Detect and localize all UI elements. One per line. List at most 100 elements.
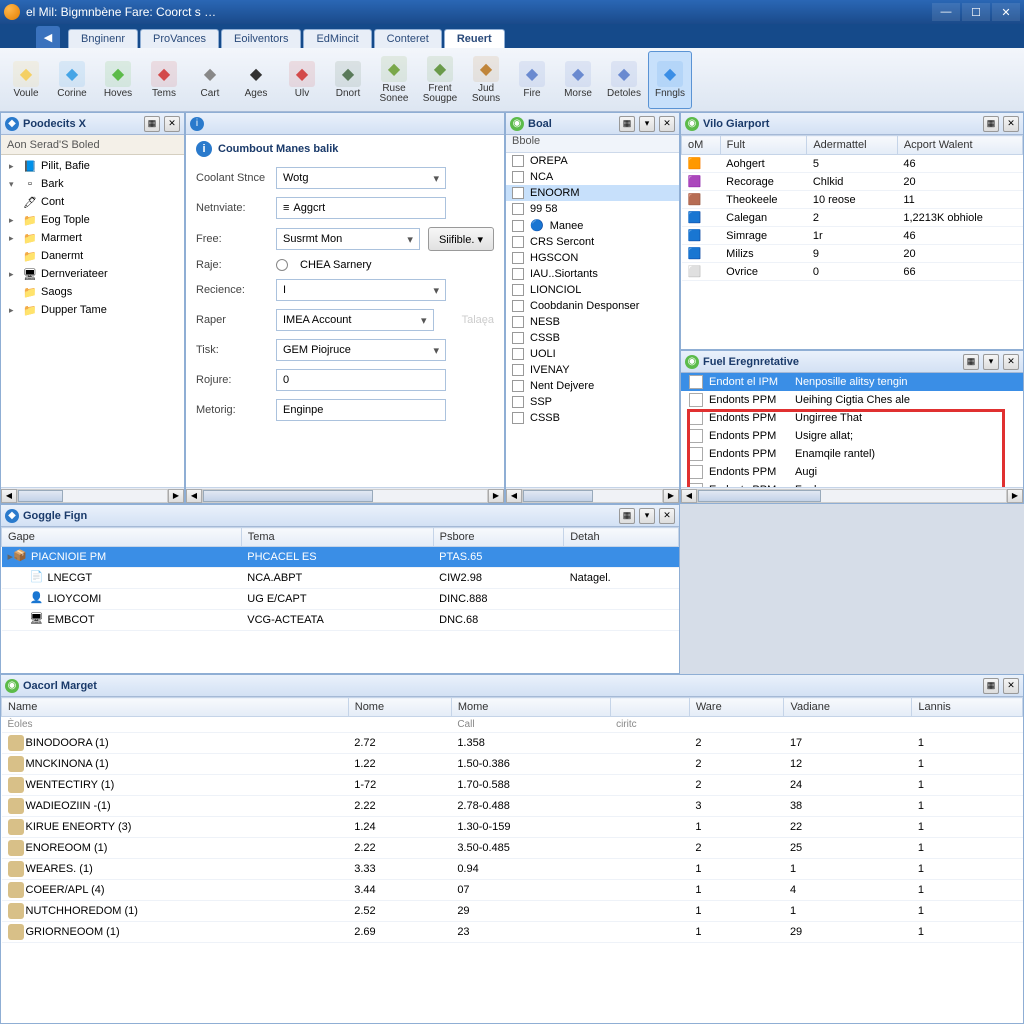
table-row[interactable]: 🟦Milizs920	[682, 245, 1023, 263]
checkbox[interactable]	[512, 220, 524, 232]
tool-ulv[interactable]: ◆Ulv	[280, 51, 324, 109]
tree-item[interactable]: ▸📘Pilit, Bafie	[1, 157, 184, 175]
checkbox[interactable]	[512, 300, 524, 312]
checkbox[interactable]	[512, 236, 524, 248]
form-input[interactable]: Susrmt Mon	[276, 228, 420, 250]
panel-opt-button[interactable]: ▦	[983, 116, 999, 132]
checkbox[interactable]	[512, 348, 524, 360]
table-row[interactable]: 🖥EMBCOTVCG-ACTEATADNC.68	[2, 610, 679, 631]
tool-dnort[interactable]: ◆Dnort	[326, 51, 370, 109]
tab-eoilventors[interactable]: Eoilventors	[221, 29, 301, 48]
expand-icon[interactable]: ▸	[9, 161, 19, 172]
table-row[interactable]: 👤LIOYCOMIUG E/CAPTDINC.888	[2, 589, 679, 610]
list-item[interactable]: LIONCIOL	[506, 282, 679, 298]
expand-icon[interactable]: ▾	[9, 179, 19, 190]
table-row[interactable]: 🟧Aohgert546	[682, 155, 1023, 173]
panel-opt-button[interactable]: ▦	[619, 508, 635, 524]
list-item[interactable]: HGSCON	[506, 250, 679, 266]
form-input[interactable]: Wotg	[276, 167, 446, 189]
tool-morse[interactable]: ◆Morse	[556, 51, 600, 109]
table-row[interactable]: ⬜Ovrice066	[682, 263, 1023, 281]
list-item[interactable]: Coobdanin Desponser	[506, 298, 679, 314]
tool-voule[interactable]: ◆Voule	[4, 51, 48, 109]
table-row[interactable]: COEER/APL (4)3.4407141	[2, 880, 1023, 901]
col-header[interactable]: Name	[2, 698, 349, 717]
col-header[interactable]: Ware	[689, 698, 784, 717]
panel-close-button[interactable]: ✕	[1003, 678, 1019, 694]
checkbox[interactable]	[512, 252, 524, 264]
checkbox[interactable]	[512, 332, 524, 344]
maximize-button[interactable]: ☐	[962, 3, 990, 21]
table-row[interactable]: 🟫Theokeele10 reose11	[682, 191, 1023, 209]
tool-detoles[interactable]: ◆Detoles	[602, 51, 646, 109]
list-item[interactable]: IVENAY	[506, 362, 679, 378]
tab-provances[interactable]: ProVances	[140, 29, 219, 48]
form-input[interactable]: IMEA Account	[276, 309, 434, 331]
col-header[interactable]: Mome	[451, 698, 610, 717]
tool-frent-sougpe[interactable]: ◆Frent Sougpe	[418, 51, 462, 109]
list-item[interactable]: CSSB	[506, 330, 679, 346]
checkbox[interactable]	[512, 171, 524, 183]
checkbox[interactable]	[512, 396, 524, 408]
table-row[interactable]: ▸📦PIACNIOIE PMPHCACEL ESPTAS.65	[2, 547, 679, 568]
panel-close-button[interactable]: ✕	[659, 116, 675, 132]
col-header[interactable]: Detah	[564, 528, 679, 547]
tab-bnginenr[interactable]: Bnginenr	[68, 29, 138, 48]
table-row[interactable]: MNCKINONA (1)1.221.50-0.3862121	[2, 754, 1023, 775]
tool-hoves[interactable]: ◆Hoves	[96, 51, 140, 109]
fuel-item[interactable]: Endonts PPMUsigre allat;	[681, 427, 1023, 445]
panel-dd-button[interactable]: ▾	[639, 116, 655, 132]
h-scrollbar[interactable]: ◀▶	[186, 487, 504, 503]
col-header[interactable]: Psbore	[433, 528, 564, 547]
col-header[interactable]	[610, 698, 689, 717]
col-header[interactable]: Adermattel	[807, 136, 898, 155]
table-row[interactable]: WENTECTIRY (1)1-721.70-0.5882241	[2, 775, 1023, 796]
form-button[interactable]: Siifible. ▾	[428, 227, 494, 251]
col-header[interactable]: Lannis	[912, 698, 1023, 717]
table-row[interactable]: 📄LNECGTNCA.ABPTCIW2.98Natagel.	[2, 568, 679, 589]
tool-corine[interactable]: ◆Corine	[50, 51, 94, 109]
tab-conteret[interactable]: Conteret	[374, 29, 442, 48]
expand-icon[interactable]: ▸	[9, 305, 19, 316]
radio-button[interactable]	[276, 259, 288, 271]
tool-jud-souns[interactable]: ◆Jud Souns	[464, 51, 508, 109]
tree-item[interactable]: 📁Danermt	[1, 247, 184, 265]
table-row[interactable]: 🟦Calegan21,2213K obhiole	[682, 209, 1023, 227]
table-row[interactable]: ENOREOOM (1)2.223.50-0.4852251	[2, 838, 1023, 859]
tree-item[interactable]: ▸🖥Dernveriateer	[1, 265, 184, 283]
list-item[interactable]: CRS Sercont	[506, 234, 679, 250]
expand-icon[interactable]: ▸	[9, 215, 19, 226]
form-input[interactable]: GEM Piojruce	[276, 339, 446, 361]
fuel-item[interactable]: Endont el IPMNenposille alitsy tengin	[681, 373, 1023, 391]
tree-item[interactable]: ▸📁Eog Tople	[1, 211, 184, 229]
h-scrollbar[interactable]: ◀▶	[506, 487, 679, 503]
tab-edmincit[interactable]: EdMincit	[303, 29, 371, 48]
fuel-item[interactable]: Endonts PPMEnamqile rantel)	[681, 445, 1023, 463]
col-header[interactable]: Nome	[348, 698, 451, 717]
fuel-item[interactable]: Endonts PPMUeihing Cigtia Ches ale	[681, 391, 1023, 409]
list-item[interactable]: UOLI	[506, 346, 679, 362]
tree-item[interactable]: 🖊Cont	[1, 193, 184, 211]
tree-item[interactable]: ▸📁Dupper Tame	[1, 301, 184, 319]
col-header[interactable]: Acport Walent	[897, 136, 1022, 155]
checkbox[interactable]	[512, 412, 524, 424]
fuel-item[interactable]: Endonts PPMFuel	[681, 481, 1023, 487]
minimize-button[interactable]: —	[932, 3, 960, 21]
panel-dd-button[interactable]: ▾	[639, 508, 655, 524]
form-input[interactable]: I	[276, 279, 446, 301]
checkbox[interactable]	[512, 364, 524, 376]
list-item[interactable]: ENOORM	[506, 185, 679, 201]
col-header[interactable]: Tema	[241, 528, 433, 547]
panel-opt-button[interactable]: ▦	[619, 116, 635, 132]
table-row[interactable]: WEARES. (1)3.330.94111	[2, 859, 1023, 880]
checkbox[interactable]	[512, 316, 524, 328]
tree-item[interactable]: ▾▫Bark	[1, 175, 184, 193]
checkbox[interactable]	[512, 155, 524, 167]
list-item[interactable]: IAU..Siortants	[506, 266, 679, 282]
tool-tems[interactable]: ◆Tems	[142, 51, 186, 109]
panel-close-button[interactable]: ✕	[1003, 354, 1019, 370]
table-row[interactable]: 🟦Simrage1r46	[682, 227, 1023, 245]
h-scrollbar[interactable]: ◀▶	[1, 487, 184, 503]
tool-ruse-sonee[interactable]: ◆Ruse Sonee	[372, 51, 416, 109]
tree-item[interactable]: 📁Saogs	[1, 283, 184, 301]
